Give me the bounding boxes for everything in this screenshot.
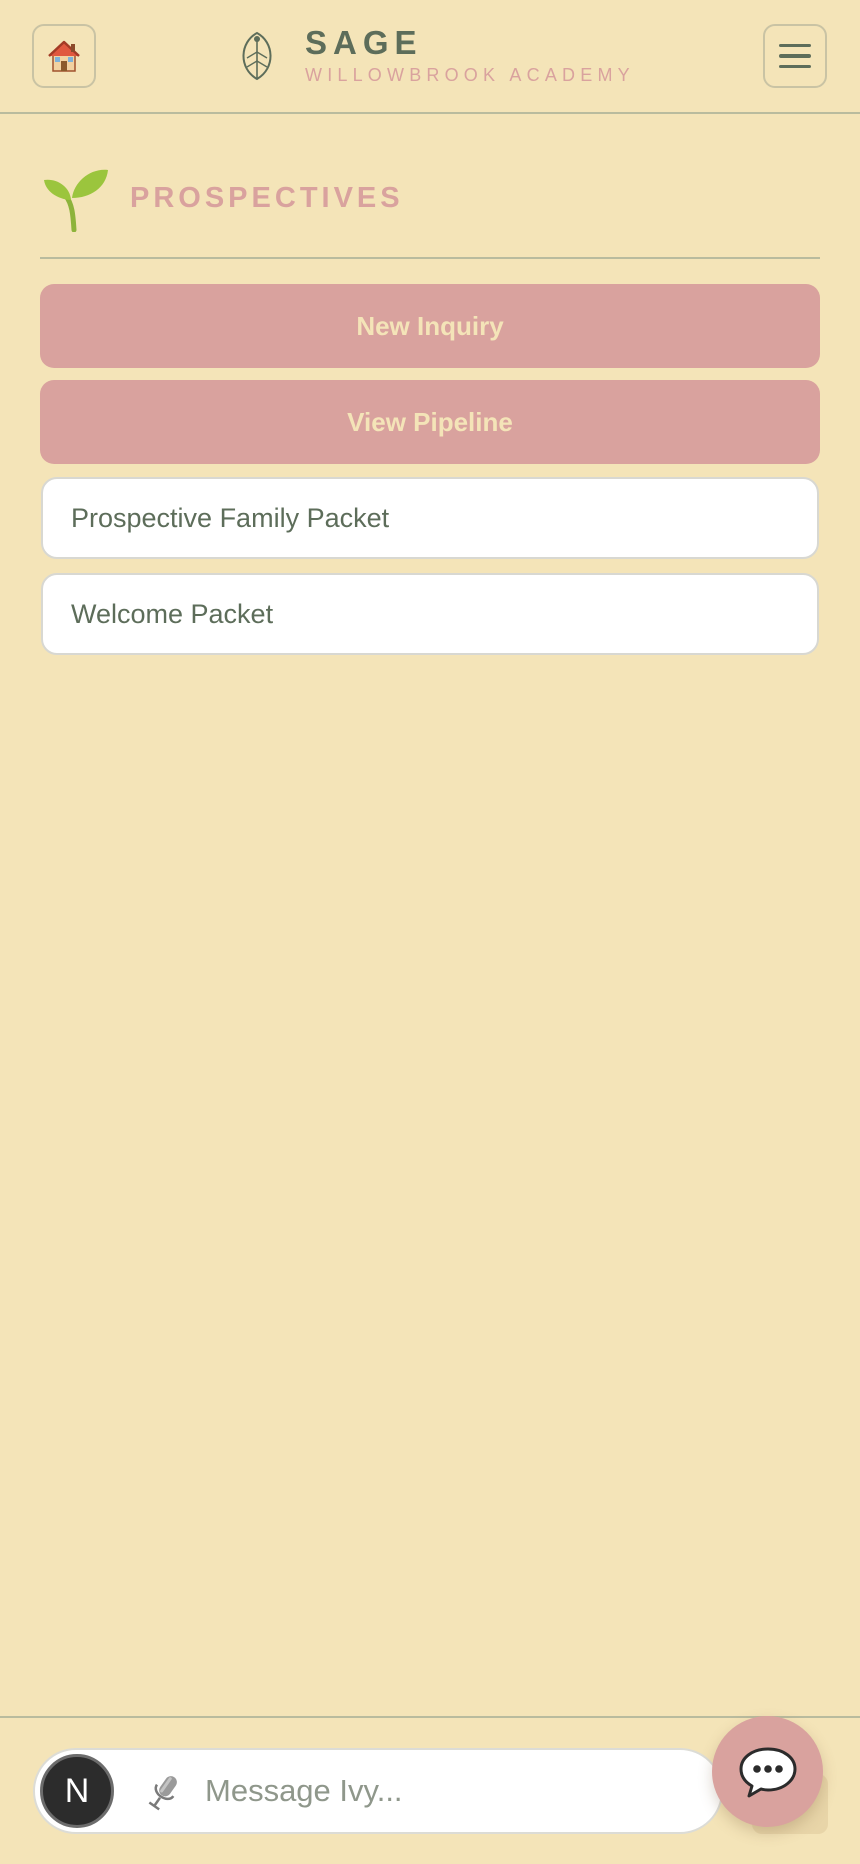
- chat-fab-button[interactable]: [712, 1716, 823, 1827]
- house-icon: [48, 40, 80, 72]
- speech-bubble-icon: [739, 1747, 796, 1797]
- prospective-family-packet-item[interactable]: Prospective Family Packet: [41, 477, 819, 559]
- hamburger-menu-button[interactable]: [763, 24, 827, 88]
- avatar[interactable]: N: [40, 1754, 114, 1828]
- leaf-icon: [242, 31, 272, 81]
- bottom-divider: [0, 1716, 860, 1718]
- new-inquiry-button[interactable]: New Inquiry: [40, 284, 820, 368]
- message-input[interactable]: [205, 1764, 705, 1818]
- brand-subtitle: WILLOWBROOK ACADEMY: [305, 65, 635, 85]
- app-header: SAGE WILLOWBROOK ACADEMY: [0, 0, 860, 114]
- microphone-icon[interactable]: [143, 1770, 185, 1814]
- seedling-icon: [44, 169, 108, 232]
- home-button[interactable]: [32, 24, 96, 88]
- chat-bar: N: [33, 1748, 723, 1834]
- welcome-packet-item[interactable]: Welcome Packet: [41, 573, 819, 655]
- brand-name: SAGE: [305, 24, 423, 61]
- section-title: PROSPECTIVES: [130, 182, 404, 214]
- section-divider: [40, 257, 820, 259]
- view-pipeline-button[interactable]: View Pipeline: [40, 380, 820, 464]
- hamburger-menu-icon: [779, 43, 811, 48]
